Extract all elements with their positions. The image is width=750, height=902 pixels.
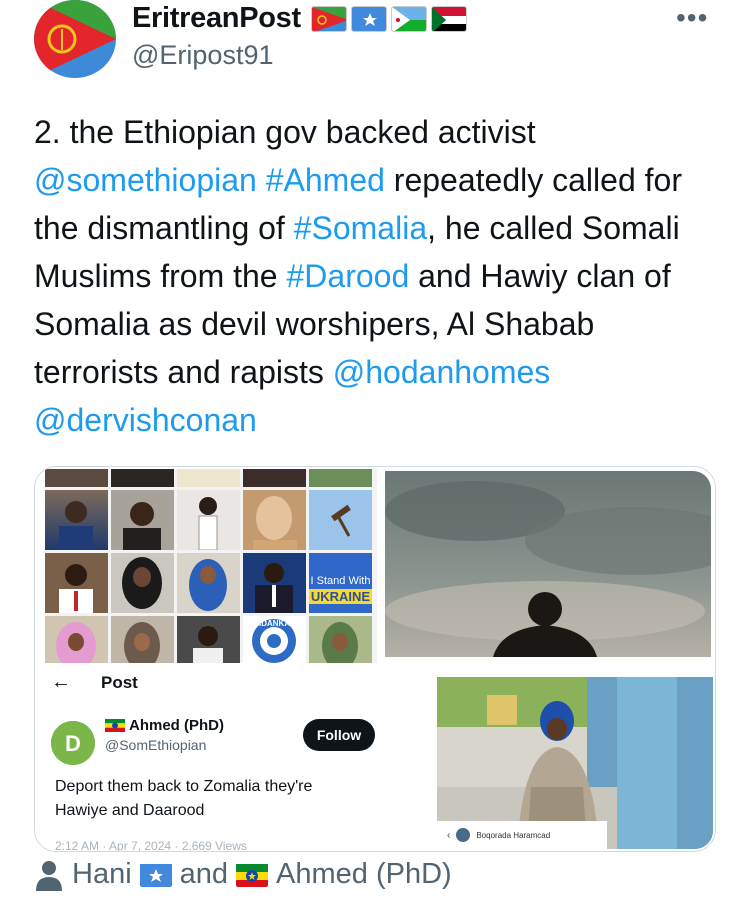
flag-emoji-group <box>310 5 467 32</box>
silhouette-photo[interactable] <box>385 471 711 657</box>
embed-post-text: Deport them back to Zomalia they're Hawi… <box>55 778 313 819</box>
collage-photo <box>243 469 306 487</box>
collage-photo <box>45 616 108 666</box>
avatar[interactable] <box>34 0 116 78</box>
ethiopia-flag-icon <box>105 719 125 732</box>
collage-photo <box>243 553 306 613</box>
tweet-text-segment <box>257 162 266 198</box>
display-name[interactable]: EritreanPost <box>132 2 301 35</box>
ukraine-banner: I Stand With UKRAINE <box>309 553 372 613</box>
eritrea-flag-icon <box>310 5 347 32</box>
mention-link[interactable]: @somethiopian <box>34 162 257 198</box>
collage-photo <box>177 616 240 666</box>
mention-link[interactable]: @hodanhomes <box>333 354 551 390</box>
tweet-text: 2. the Ethiopian gov backed activist @so… <box>34 108 724 444</box>
collage-photo <box>177 490 240 550</box>
collage-photo <box>309 616 372 666</box>
collage-photo <box>45 469 108 487</box>
ciidanka-seal: CIIDANKA <box>243 616 306 666</box>
page-avatar-icon <box>456 828 471 842</box>
media-attachment[interactable]: I Stand With UKRAINE CIIDANKA ← Post D A… <box>34 466 716 852</box>
follow-button[interactable]: Follow <box>303 719 375 751</box>
back-arrow-icon[interactable]: ← <box>51 671 71 694</box>
embed-avatar[interactable]: D <box>51 721 95 765</box>
svg-text:D: D <box>65 731 81 756</box>
collage-photo <box>177 553 240 613</box>
collage-photo <box>45 490 108 550</box>
hashtag-link[interactable]: #Somalia <box>294 210 427 246</box>
somalia-flag-icon <box>139 863 172 887</box>
somalia-flag-icon <box>350 5 387 32</box>
collage-grid: I Stand With UKRAINE CIIDANKA <box>45 469 372 666</box>
embedded-post[interactable]: ← Post D Ahmed (PhD) @SomEthiopian Depor… <box>35 663 379 851</box>
collage-photo <box>111 553 174 613</box>
ukraine-banner-top: I Stand With <box>310 575 371 587</box>
collage-photo <box>243 490 306 550</box>
name-row: EritreanPost <box>132 2 467 35</box>
tweet-header: EritreanPost @Eripost91 ••• <box>0 0 750 90</box>
collage-photo <box>111 490 174 550</box>
sudan-flag-icon <box>430 5 467 32</box>
tagged-user-2[interactable]: Ahmed (PhD) <box>276 858 452 891</box>
hashtag-link[interactable]: #Ahmed <box>266 162 385 198</box>
djibouti-flag-icon <box>390 5 427 32</box>
embed-name-row: Ahmed (PhD) <box>105 717 224 734</box>
mention-link[interactable]: @dervishconan <box>34 402 257 438</box>
username[interactable]: @Eripost91 <box>132 40 273 71</box>
collage-photo <box>177 469 240 487</box>
seal-text: CIIDANKA <box>251 619 291 628</box>
tagged-user-1[interactable]: Hani <box>72 858 132 891</box>
embed-display-name[interactable]: Ahmed (PhD) <box>129 717 224 734</box>
embed-timestamp: 2:12 AM · Apr 7, 2024 · 2,669 Views <box>55 839 247 851</box>
collage-photo <box>45 553 108 613</box>
back-chevron-icon: ‹ <box>447 829 451 841</box>
collage-photo <box>309 490 372 550</box>
person-icon <box>36 860 62 891</box>
tweet-text-segment: 2. the Ethiopian gov backed activist <box>34 114 536 150</box>
collage-photo <box>111 616 174 666</box>
facebook-page-name: Boqorada Haramcad <box>476 830 551 840</box>
tagged-users[interactable]: Hani and Ahmed (PhD) <box>34 858 452 891</box>
embed-title: Post <box>101 672 138 692</box>
embed-username[interactable]: @SomEthiopian <box>105 737 206 753</box>
facebook-caption-bar: ‹ Boqorada Haramcad <box>437 821 607 849</box>
profile-collage-image[interactable]: I Stand With UKRAINE CIIDANKA <box>45 469 377 666</box>
more-options-button[interactable]: ••• <box>676 2 708 34</box>
collage-photo <box>309 469 372 487</box>
ethiopia-flag-icon <box>236 863 269 887</box>
ukraine-banner-bottom: UKRAINE <box>309 589 372 604</box>
hashtag-link[interactable]: #Darood <box>286 258 409 294</box>
tagged-conjunction: and <box>179 858 229 890</box>
embed-nav: ← Post <box>51 671 138 694</box>
collage-photo <box>111 469 174 487</box>
